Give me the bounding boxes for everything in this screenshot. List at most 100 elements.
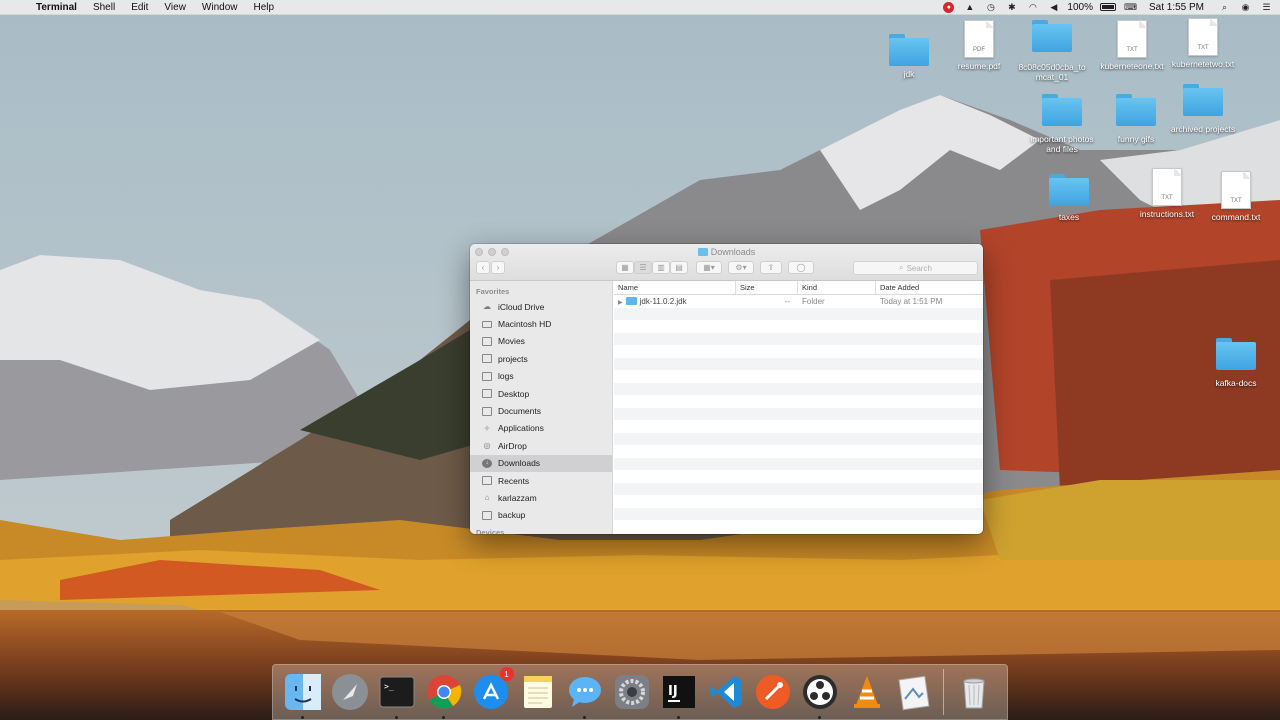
dock-vscode[interactable] — [705, 671, 747, 713]
group-by-button[interactable]: ▦▾ — [696, 261, 722, 274]
empty-row — [614, 457, 983, 470]
menu-shell[interactable]: Shell — [85, 2, 123, 13]
bluetooth-icon[interactable]: ✱ — [1006, 2, 1017, 13]
empty-row — [614, 320, 983, 333]
menu-window[interactable]: Window — [194, 2, 246, 13]
desktop-icon-kubernetetwo[interactable]: TXT kubernetetwo.txt — [1163, 18, 1243, 69]
menu-app-terminal[interactable]: Terminal — [30, 2, 85, 13]
finder-titlebar[interactable]: Downloads ‹ › ▦ ☰ ▥ ▤ ▦▾ ⚙▾ ⇪ ◯ ⌕ Search — [470, 244, 983, 281]
sidebar-item-backup[interactable]: backup — [470, 507, 612, 524]
dock: >_ 1 IJ — [272, 664, 1008, 720]
empty-row — [614, 432, 983, 445]
sidebar-favorites-header: Favorites — [476, 287, 510, 296]
dock-notes[interactable] — [517, 671, 559, 713]
desktop-icon-tomcat-folder[interactable]: 8c08c05d0cba_to mcat_01 — [1012, 20, 1092, 82]
desktop-icon-jdk[interactable]: jdk — [869, 34, 949, 79]
finder-sidebar: Favorites ☁ iCloud Drive Macintosh HD Mov… — [470, 281, 613, 534]
desktop-icon-label: funny gifs — [1117, 134, 1155, 144]
siri-icon[interactable]: ◉ — [1240, 2, 1251, 13]
share-button[interactable]: ⇪ — [760, 261, 782, 274]
empty-row — [614, 370, 983, 383]
trash-icon — [962, 678, 985, 709]
notification-center-icon[interactable]: ☰ — [1261, 2, 1272, 13]
dock-finder[interactable] — [282, 671, 324, 719]
back-button[interactable]: ‹ — [476, 261, 490, 274]
desktop-icon-label: command.txt — [1211, 212, 1261, 222]
list-view-button[interactable]: ☰ — [634, 261, 652, 274]
dock-app-store[interactable]: 1 — [470, 667, 514, 713]
sidebar-item-projects[interactable]: projects — [470, 350, 612, 367]
menu-view[interactable]: View — [156, 2, 194, 13]
sidebar-item-applications[interactable]: ✧ Applications — [470, 420, 612, 437]
sidebar-item-downloads[interactable]: ↓ Downloads — [470, 454, 612, 472]
sidebar-item-icloud-drive[interactable]: ☁ iCloud Drive — [470, 298, 612, 315]
sidebar-item-airdrop[interactable]: ◎ AirDrop — [470, 437, 612, 454]
disclosure-triangle-icon[interactable]: ▶ — [618, 300, 623, 306]
dock-preview[interactable] — [893, 671, 935, 713]
desktop-icon-kafka-docs[interactable]: kafka-docs — [1196, 338, 1276, 388]
battery-percent[interactable]: 100% — [1064, 2, 1096, 13]
empty-row — [614, 345, 983, 358]
dock-vlc[interactable] — [846, 671, 888, 713]
sidebar-item-macintosh-hd[interactable]: Macintosh HD — [470, 315, 612, 332]
desktop-icon-taxes[interactable]: taxes — [1029, 174, 1109, 222]
dock-intellij[interactable]: IJ — [658, 671, 700, 719]
folder-icon — [482, 336, 492, 346]
notification-badge: 1 — [499, 667, 514, 681]
file-rows: ▶ jdk-11.0.2.jdk -- Folder Today at 1:51 … — [614, 295, 983, 520]
sidebar-item-documents[interactable]: Documents — [470, 402, 612, 419]
desktop-icon-important-photos[interactable]: important photos and files — [1022, 94, 1102, 154]
empty-row — [614, 482, 983, 495]
column-header-size[interactable]: Size — [736, 281, 798, 294]
gallery-view-button[interactable]: ▤ — [670, 261, 688, 274]
desktop-icon-command[interactable]: TXT command.txt — [1196, 171, 1276, 222]
folder-icon — [1183, 84, 1223, 116]
action-gear-button[interactable]: ⚙▾ — [728, 261, 754, 274]
column-header-kind[interactable]: Kind — [798, 281, 876, 294]
dock-postman[interactable] — [752, 671, 794, 713]
wifi-icon[interactable]: ◠ — [1027, 2, 1038, 13]
menu-bar: Terminal Shell Edit View Window Help ● ▲… — [0, 0, 1280, 15]
dock-messages[interactable] — [564, 671, 606, 719]
txt-document-icon: TXT — [1152, 168, 1182, 206]
empty-row — [614, 507, 983, 520]
dock-terminal[interactable]: >_ — [376, 671, 418, 719]
forward-button[interactable]: › — [491, 261, 505, 274]
empty-row — [614, 357, 983, 370]
folder-icon — [1049, 174, 1089, 206]
upload-status-icon[interactable]: ▲ — [964, 2, 975, 13]
dock-system-preferences[interactable] — [611, 671, 653, 713]
menu-edit[interactable]: Edit — [123, 2, 156, 13]
sidebar-item-movies[interactable]: Movies — [470, 333, 612, 350]
edit-tags-button[interactable]: ◯ — [788, 261, 814, 274]
dock-obs[interactable] — [799, 671, 841, 719]
search-field[interactable]: ⌕ Search — [853, 261, 978, 275]
file-kind: Folder — [802, 296, 825, 306]
column-header-name[interactable]: Name — [614, 281, 736, 294]
obs-status-icon[interactable]: ● — [943, 1, 955, 13]
table-row[interactable]: ▶ jdk-11.0.2.jdk -- Folder Today at 1:51 … — [614, 295, 983, 308]
icon-view-button[interactable]: ▦ — [616, 261, 634, 274]
folder-icon — [482, 389, 492, 399]
sidebar-item-desktop[interactable]: Desktop — [470, 385, 612, 402]
window-title: Downloads — [470, 247, 983, 257]
folder-icon — [1032, 20, 1072, 52]
dock-launchpad[interactable] — [329, 671, 371, 713]
dock-chrome[interactable] — [423, 671, 465, 719]
sidebar-item-recents[interactable]: Recents — [470, 472, 612, 489]
cloud-icon: ☁ — [483, 302, 491, 312]
dock-trash[interactable] — [953, 671, 995, 713]
menu-help[interactable]: Help — [246, 2, 283, 13]
sidebar-item-logs[interactable]: logs — [470, 368, 612, 385]
spotlight-search-icon[interactable]: ⌕ — [1219, 2, 1230, 13]
column-header-date-added[interactable]: Date Added — [876, 281, 983, 294]
menubar-clock[interactable]: Sat 1:55 PM — [1141, 2, 1214, 13]
battery-icon[interactable] — [1099, 3, 1116, 11]
preview-icon — [897, 675, 930, 711]
desktop-icon-archived-projects[interactable]: archived projects — [1163, 84, 1243, 134]
sidebar-item-karlazzam[interactable]: ⌂ karlazzam — [470, 489, 612, 506]
time-machine-icon[interactable]: ◷ — [985, 2, 996, 13]
column-view-button[interactable]: ▥ — [652, 261, 670, 274]
input-source-icon[interactable]: ⌨ — [1124, 2, 1137, 13]
volume-icon[interactable]: ◀ — [1048, 2, 1059, 13]
